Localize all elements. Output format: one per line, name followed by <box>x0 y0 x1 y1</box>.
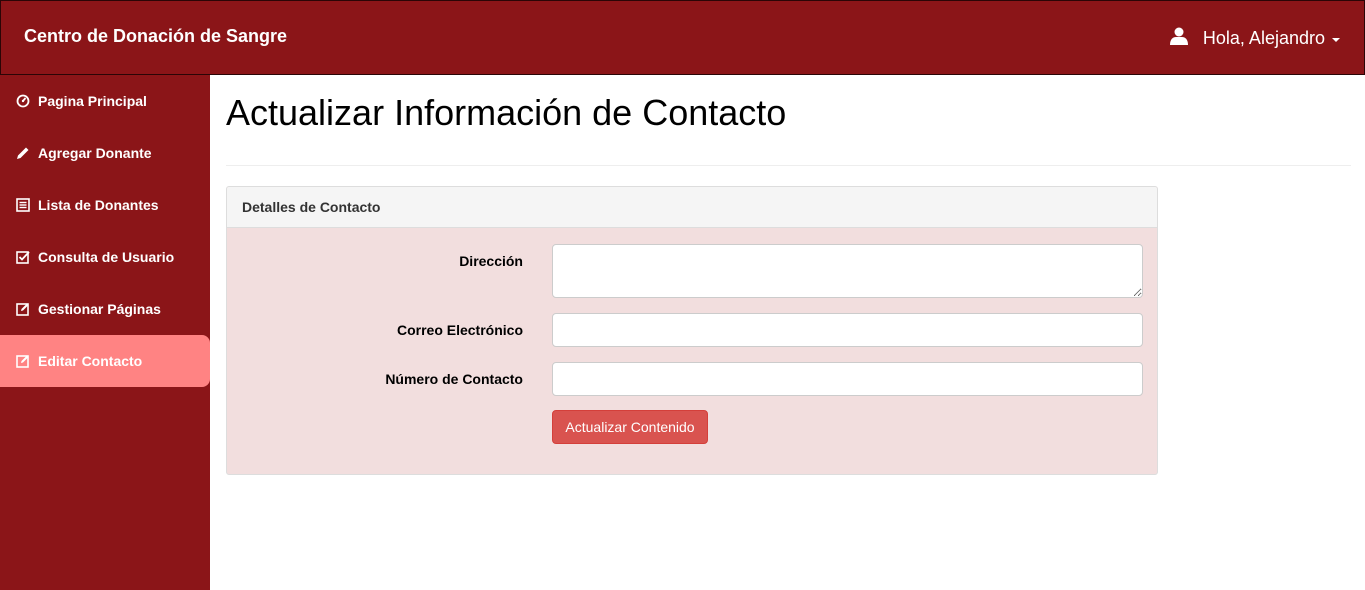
phone-label: Número de Contacto <box>385 371 523 387</box>
email-field[interactable] <box>552 313 1143 347</box>
sidebar-item-label: Gestionar Páginas <box>38 301 161 317</box>
user-menu-dropdown[interactable]: Hola, Alejandro <box>1169 27 1340 49</box>
panel-heading: Detalles de Contacto <box>227 187 1157 228</box>
address-textarea[interactable] <box>552 244 1143 298</box>
top-navbar: Centro de Donación de Sangre Hola, Aleja… <box>0 0 1365 75</box>
edit-square-icon <box>16 303 29 316</box>
sidebar-item-editar-contacto[interactable]: Editar Contacto <box>0 335 210 387</box>
sidebar-item-gestionar-paginas[interactable]: Gestionar Páginas <box>0 283 210 335</box>
pencil-icon <box>17 147 29 159</box>
sidebar-item-consulta-de-usuario[interactable]: Consulta de Usuario <box>0 231 210 283</box>
contact-details-panel: Detalles de Contacto Dirección Correo El… <box>226 186 1158 475</box>
update-content-button[interactable]: Actualizar Contenido <box>552 410 708 444</box>
sidebar-item-agregar-donante[interactable]: Agregar Donante <box>0 127 210 179</box>
page-title: Actualizar Información de Contacto <box>226 92 787 133</box>
sidebar: Pagina Principal Agregar Donante Lista d… <box>0 75 210 590</box>
user-greeting: Hola, Alejandro <box>1202 28 1325 48</box>
sidebar-item-lista-de-donantes[interactable]: Lista de Donantes <box>0 179 210 231</box>
address-label: Dirección <box>459 253 523 269</box>
brand-title[interactable]: Centro de Donación de Sangre <box>24 26 287 47</box>
user-icon <box>1169 27 1188 45</box>
sidebar-item-label: Consulta de Usuario <box>38 249 175 265</box>
check-square-icon <box>16 251 30 264</box>
sidebar-item-label: Agregar Donante <box>38 145 152 161</box>
list-icon <box>16 198 30 212</box>
dashboard-icon <box>16 94 30 108</box>
sidebar-item-label: Lista de Donantes <box>38 197 159 213</box>
divider <box>226 165 1351 166</box>
phone-field[interactable] <box>552 362 1143 396</box>
sidebar-item-pagina-principal[interactable]: Pagina Principal <box>0 75 210 127</box>
caret-down-icon <box>1332 37 1340 42</box>
email-label: Correo Electrónico <box>396 322 523 338</box>
sidebar-item-label: Editar Contacto <box>38 353 143 369</box>
sidebar-item-label: Pagina Principal <box>38 93 147 109</box>
edit-square-icon <box>16 355 29 368</box>
